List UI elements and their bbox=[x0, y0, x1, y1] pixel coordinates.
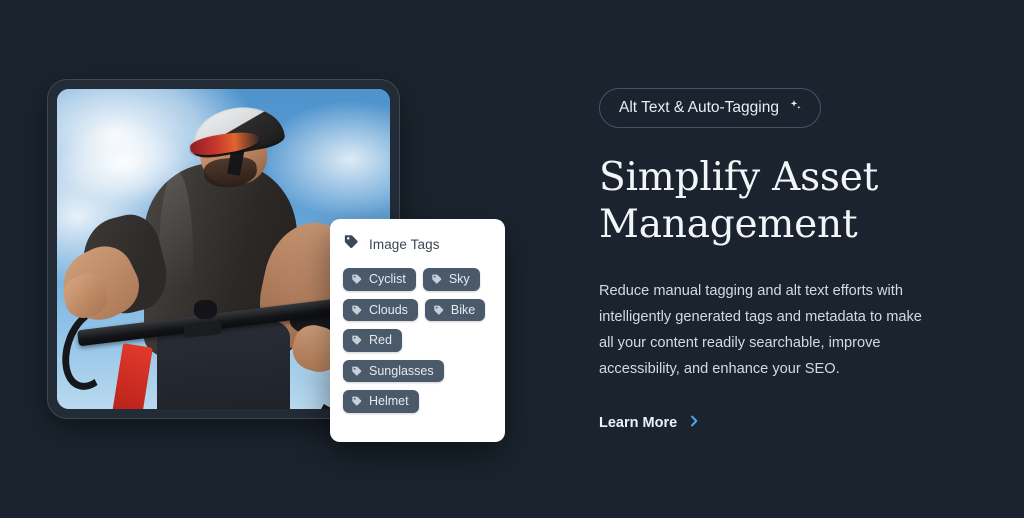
tag-label: Sky bbox=[448, 272, 470, 286]
sparkle-icon bbox=[788, 98, 803, 117]
tag-icon bbox=[351, 366, 362, 376]
page-title: Simplify Asset Management bbox=[599, 154, 879, 248]
tag-icon bbox=[351, 274, 362, 284]
hero-copy-column: Alt Text & Auto-Tagging Simplify Asset M… bbox=[599, 88, 959, 432]
tag-label: Bike bbox=[450, 302, 476, 317]
tag-pill[interactable]: Sunglasses bbox=[343, 359, 444, 382]
tag-icon bbox=[351, 396, 362, 406]
tag-pill[interactable]: Bike bbox=[424, 298, 486, 321]
learn-more-link[interactable]: Learn More bbox=[599, 414, 701, 432]
tag-pill[interactable]: Cyclist bbox=[343, 268, 416, 291]
tag-icon bbox=[433, 305, 444, 315]
chevron-right-icon bbox=[687, 414, 701, 432]
tag-label: Sunglasses bbox=[369, 363, 434, 378]
learn-more-label: Learn More bbox=[599, 414, 678, 431]
tag-pill[interactable]: Red bbox=[343, 329, 402, 352]
image-tags-header: Image Tags bbox=[343, 233, 492, 255]
tag-label: Helmet bbox=[369, 394, 409, 408]
image-tags-card: Image Tags Cyclist Sky Clouds Bike Red S… bbox=[330, 219, 505, 442]
tag-pill[interactable]: Helmet bbox=[343, 390, 419, 413]
tag-icon bbox=[351, 335, 362, 345]
tag-label: Red bbox=[369, 333, 392, 347]
hero-section: Image Tags Cyclist Sky Clouds Bike Red S… bbox=[0, 0, 1024, 518]
tag-icon bbox=[343, 233, 360, 255]
tag-icon bbox=[431, 274, 442, 284]
feature-badge[interactable]: Alt Text & Auto-Tagging bbox=[599, 88, 821, 128]
image-tags-title: Image Tags bbox=[369, 236, 440, 252]
hero-description: Reduce manual tagging and alt text effor… bbox=[599, 282, 922, 377]
tag-label: Clouds bbox=[369, 302, 408, 317]
bike-computer bbox=[193, 300, 217, 320]
tag-icon bbox=[351, 305, 362, 315]
feature-badge-label: Alt Text & Auto-Tagging bbox=[619, 98, 779, 116]
tag-list: Cyclist Sky Clouds Bike Red Sunglasses H… bbox=[343, 268, 492, 413]
tag-pill[interactable]: Clouds bbox=[343, 298, 418, 321]
tag-pill[interactable]: Sky bbox=[422, 268, 480, 291]
tag-label: Cyclist bbox=[369, 272, 406, 286]
